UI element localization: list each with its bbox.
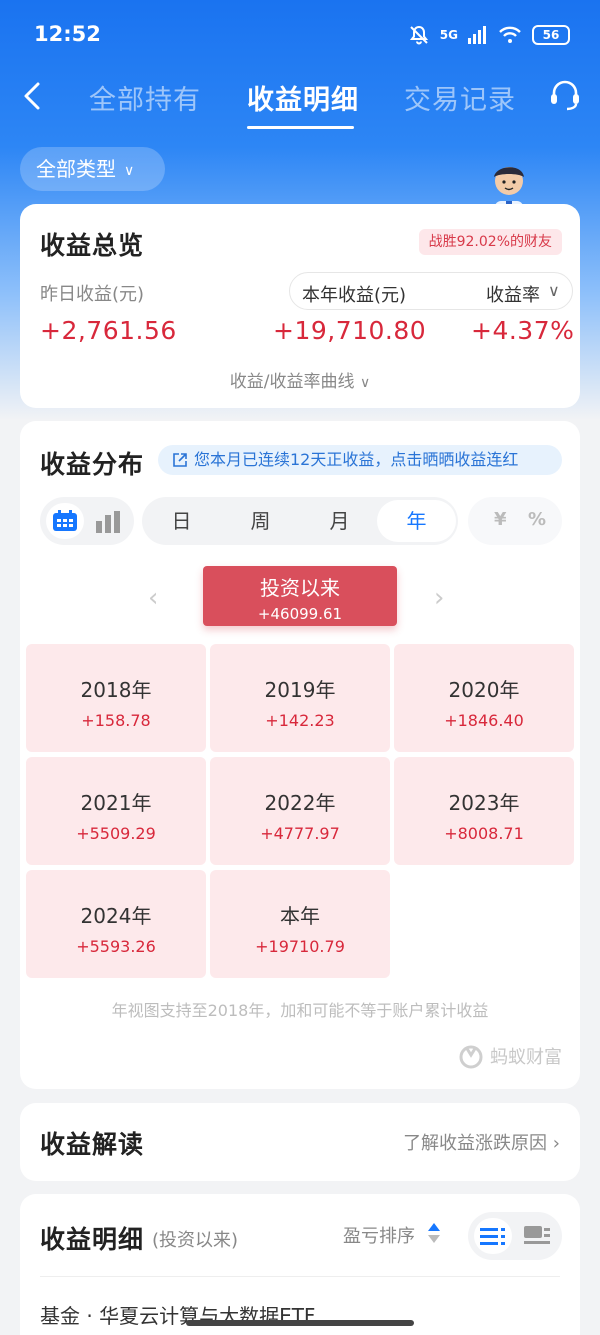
chevron-down-icon: ∨ — [548, 281, 560, 300]
details-card: 收益明细 (投资以来) 盈亏排序 基金 · 华夏云计算与大数据ETF — [20, 1194, 580, 1335]
year-cell-label: 2021年 — [80, 791, 152, 815]
type-filter-dropdown[interactable]: 全部类型 ∨ — [20, 147, 165, 191]
network-type: 5G — [439, 28, 458, 42]
signal-icon — [468, 26, 486, 44]
year-cell-label: 2019年 — [264, 678, 336, 702]
year-earnings-label: 本年收益(元) — [302, 285, 407, 306]
interpretation-link-label: 了解收益涨跌原因 — [403, 1133, 548, 1154]
unit-percent[interactable]: % — [528, 509, 546, 530]
year-cell-label: 2024年 — [80, 904, 152, 928]
home-indicator — [186, 1320, 414, 1326]
year-cell[interactable]: 2021年 +5509.29 — [26, 757, 206, 865]
year-cell[interactable]: 本年 +19710.79 — [210, 870, 390, 978]
period-month[interactable]: 月 — [300, 497, 379, 545]
year-cell[interactable]: 2024年 +5593.26 — [26, 870, 206, 978]
overview-title: 收益总览 — [40, 231, 145, 260]
divider — [40, 1276, 560, 1277]
year-cell[interactable]: 2022年 +4777.97 — [210, 757, 390, 865]
status-time: 12:52 — [34, 22, 101, 46]
curve-link[interactable]: 收益/收益率曲线 ∨ — [20, 367, 580, 392]
tab-transactions[interactable]: 交易记录 — [404, 78, 516, 117]
period-selector: 日 周 月 年 — [142, 497, 458, 545]
chevron-down-icon: ∨ — [124, 162, 135, 179]
year-cell-value: +158.78 — [81, 711, 151, 730]
battery-indicator: 56 — [532, 25, 570, 45]
year-rate-selector[interactable]: 本年收益(元) 收益率 ∨ — [289, 272, 573, 310]
year-cell-label: 2020年 — [448, 678, 520, 702]
status-icons: 5G 56 — [408, 24, 570, 46]
details-title: 收益明细 — [40, 1225, 145, 1254]
period-year[interactable]: 年 — [377, 500, 456, 542]
distribution-card: 收益分布 您本月已连续12天正收益，点击晒晒收益连红 日 周 月 年 ¥ % ‹ — [20, 421, 580, 1089]
back-arrow-icon[interactable] — [18, 80, 50, 112]
since-investing-value: +46099.61 — [257, 605, 343, 623]
top-nav: 全部持有 收益明细 交易记录 — [0, 70, 600, 134]
year-cell-value: +8008.71 — [444, 824, 524, 843]
year-cell-value: +1846.40 — [444, 711, 524, 730]
brand-text: 蚂蚁财富 — [490, 1047, 562, 1068]
curve-link-label: 收益/收益率曲线 — [229, 372, 355, 392]
wifi-icon — [499, 26, 521, 43]
year-cell-label: 2022年 — [264, 791, 336, 815]
rate-label: 收益率 — [486, 285, 540, 306]
sort-button[interactable]: 盈亏排序 — [343, 1222, 415, 1248]
calendar-view-button[interactable] — [46, 503, 84, 539]
brand-watermark: 蚂蚁财富 — [458, 1043, 562, 1069]
interpretation-title: 收益解读 — [40, 1130, 145, 1159]
period-day[interactable]: 日 — [142, 497, 221, 545]
customer-service-icon[interactable] — [548, 78, 582, 112]
chevron-down-icon: ∨ — [359, 375, 371, 391]
ant-logo-icon — [459, 1045, 483, 1069]
sort-icon[interactable] — [427, 1221, 441, 1245]
chevron-right-icon: › — [552, 1133, 560, 1154]
list-view-button[interactable] — [474, 1218, 512, 1254]
year-cell-value: +5509.29 — [76, 824, 156, 843]
year-cell[interactable]: 2019年 +142.23 — [210, 644, 390, 752]
year-cell-label: 2018年 — [80, 678, 152, 702]
distribution-footnote: 年视图支持至2018年，加和可能不等于账户累计收益 — [111, 1001, 489, 1020]
card-view-icon[interactable] — [524, 1226, 550, 1246]
streak-banner[interactable]: 您本月已连续12天正收益，点击晒晒收益连红 — [158, 445, 562, 475]
yesterday-earnings-value: +2,761.56 — [40, 316, 177, 345]
year-cell-label: 本年 — [280, 904, 320, 928]
beat-badge: 战胜92.02%的财友 — [418, 229, 562, 255]
type-filter-label: 全部类型 — [36, 157, 116, 181]
unit-yuan[interactable]: ¥ — [494, 509, 507, 530]
since-investing-label: 投资以来 — [260, 576, 340, 600]
interpretation-card[interactable]: 收益解读 了解收益涨跌原因 › — [20, 1103, 580, 1181]
list-view-toggle — [468, 1212, 562, 1260]
year-cell-value: +142.23 — [265, 711, 335, 730]
distribution-title: 收益分布 — [40, 450, 145, 479]
view-toggle — [40, 497, 134, 545]
year-cell[interactable]: 2020年 +1846.40 — [394, 644, 574, 752]
tab-earnings-detail[interactable]: 收益明细 — [247, 78, 359, 117]
year-cell[interactable]: 2023年 +8008.71 — [394, 757, 574, 865]
status-bar: 12:52 5G 56 — [0, 0, 600, 70]
year-cell-value: +5593.26 — [76, 937, 156, 956]
year-cell-value: +19710.79 — [255, 937, 345, 956]
prev-arrow-icon[interactable]: ‹ — [148, 583, 158, 613]
tab-all-holdings[interactable]: 全部持有 — [89, 78, 201, 117]
period-week[interactable]: 周 — [221, 497, 300, 545]
bell-muted-icon — [409, 25, 428, 45]
unit-selector: ¥ % — [468, 497, 562, 545]
active-tab-underline — [247, 126, 354, 129]
overview-card: 收益总览 战胜92.02%的财友 昨日收益(元) 本年收益(元) 收益率 ∨ +… — [20, 204, 580, 408]
year-earnings-value: +19,710.80 — [273, 316, 427, 345]
since-investing-button[interactable]: 投资以来 +46099.61 — [203, 566, 397, 626]
rate-value: +4.37% — [471, 316, 575, 345]
next-arrow-icon[interactable]: › — [434, 583, 444, 613]
interpretation-link[interactable]: 了解收益涨跌原因 › — [403, 1129, 560, 1155]
yesterday-earnings-label: 昨日收益(元) — [40, 284, 145, 305]
year-cell-label: 2023年 — [448, 791, 520, 815]
year-cell-value: +4777.97 — [260, 824, 340, 843]
share-icon — [173, 453, 187, 467]
bar-chart-icon[interactable] — [94, 509, 122, 533]
streak-text: 您本月已连续12天正收益，点击晒晒收益连红 — [194, 450, 519, 469]
details-subtitle: (投资以来) — [152, 1230, 239, 1251]
year-cell[interactable]: 2018年 +158.78 — [26, 644, 206, 752]
calendar-icon — [53, 510, 77, 531]
list-icon — [480, 1228, 505, 1245]
